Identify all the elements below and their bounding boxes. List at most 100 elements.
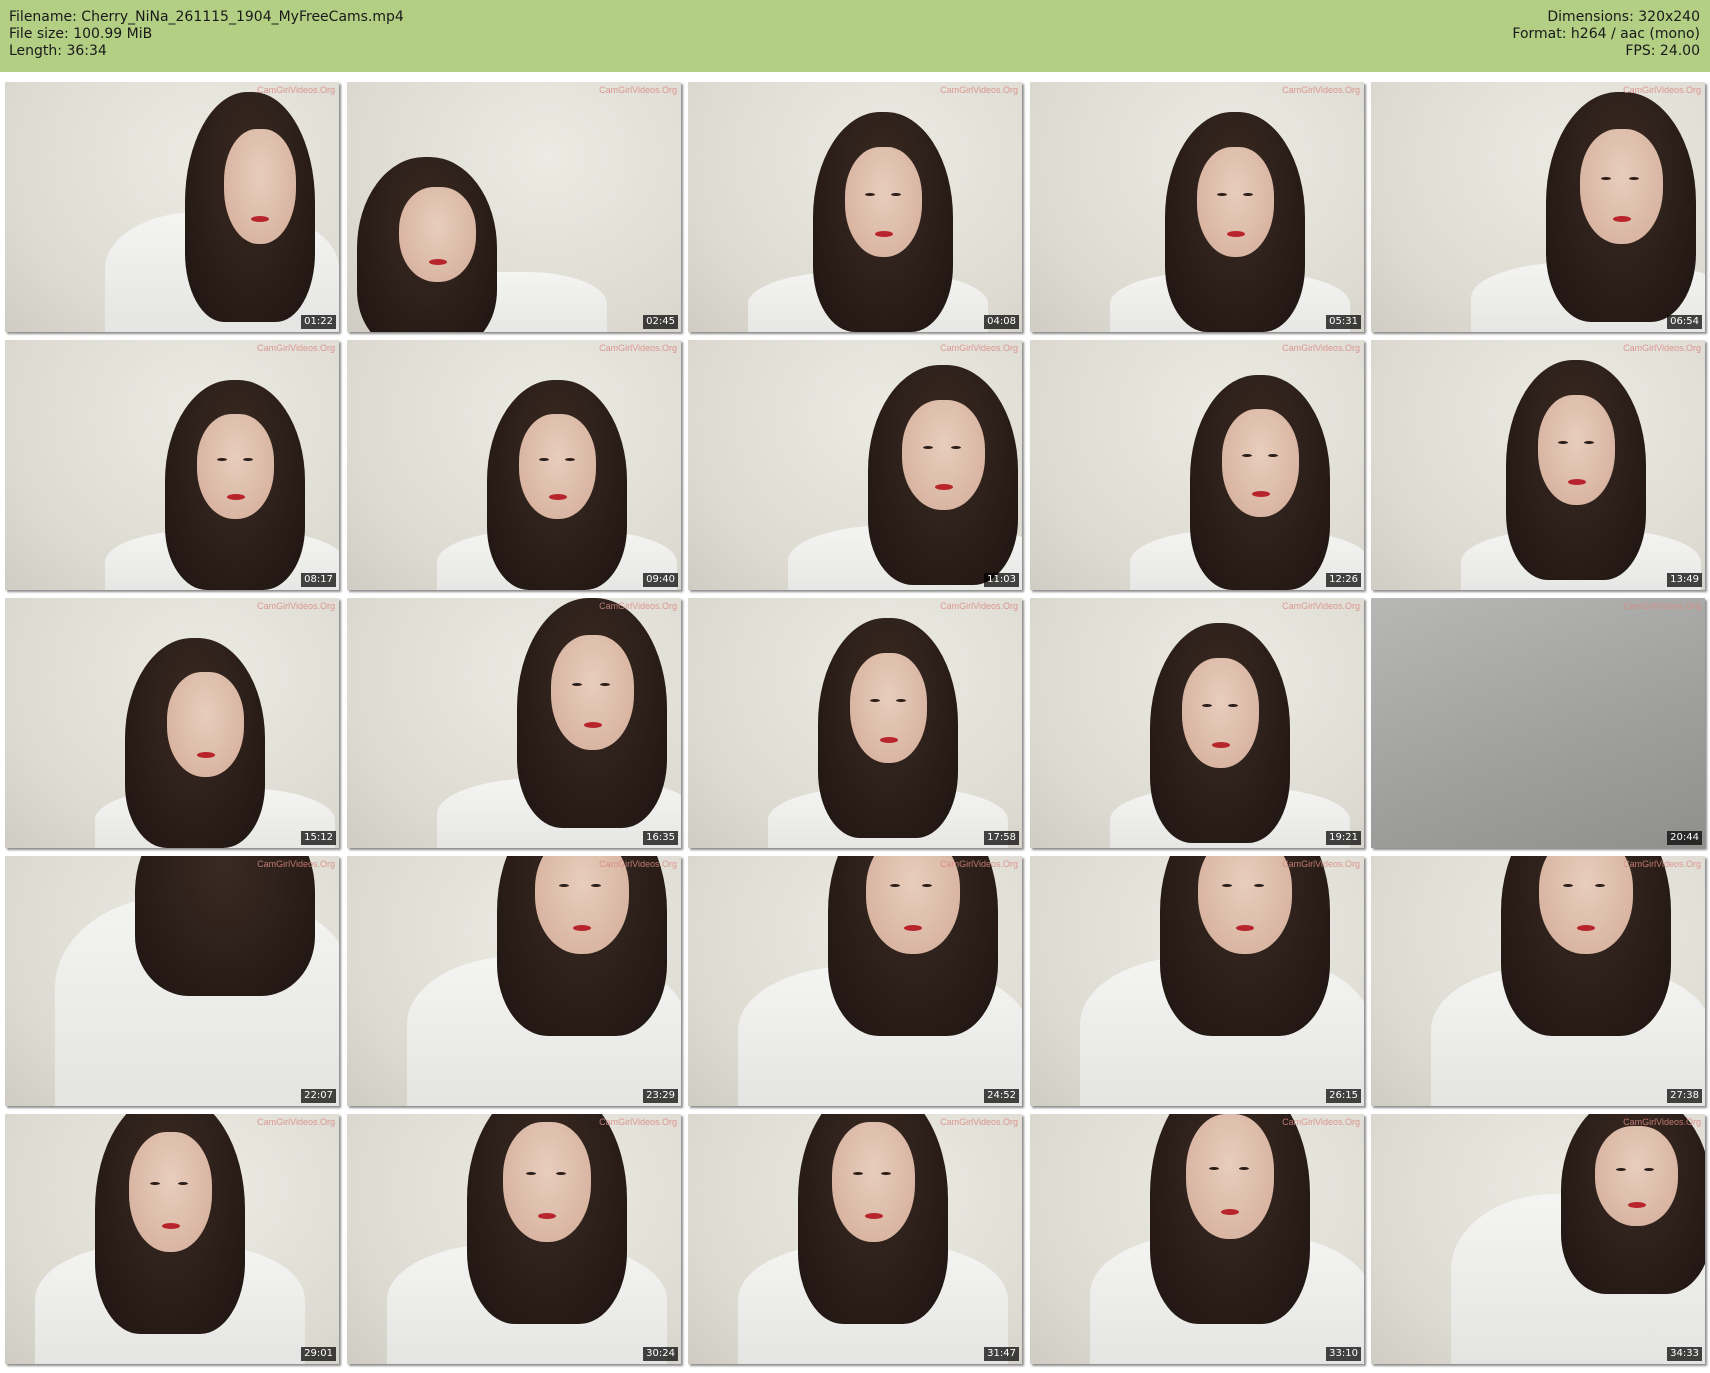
timestamp-label: 20:44 [1667,831,1702,845]
eye-shape [178,1182,188,1185]
lips-shape [251,216,269,222]
face-shape [224,129,296,244]
lips-shape [1212,742,1230,748]
thumbnail-frame: CamGirlVideos.Org 11:03 [688,340,1022,590]
eye-shape [1242,454,1252,457]
lips-shape [538,1213,556,1219]
eye-shape [951,446,961,449]
timestamp-label: 26:15 [1326,1089,1361,1103]
lips-shape [1628,1202,1646,1208]
eye-shape [865,193,875,196]
frame-background [1371,598,1705,848]
timestamp-label: 05:31 [1326,315,1361,329]
lips-shape [880,737,898,743]
timestamp-label: 09:40 [643,573,678,587]
timestamp-label: 19:21 [1326,831,1361,845]
timestamp-label: 04:08 [984,315,1019,329]
face-shape [197,414,274,519]
file-info: Filename: Cherry_NiNa_261115_1904_MyFree… [9,9,404,60]
eye-shape [853,1172,863,1175]
watermark-logo: CamGirlVideos.Org [599,343,677,353]
timestamp-label: 02:45 [643,315,678,329]
thumbnail-frame: CamGirlVideos.Org 16:35 [347,598,681,848]
face-shape [1197,147,1274,257]
timestamp-label: 08:17 [301,573,336,587]
thumbnail-frame: CamGirlVideos.Org 20:44 [1371,598,1705,848]
eye-shape [1228,704,1238,707]
face-shape [850,653,927,763]
watermark-logo: CamGirlVideos.Org [257,343,335,353]
lips-shape [1221,1209,1239,1215]
timestamp-label: 11:03 [984,573,1019,587]
thumbnail-frame: CamGirlVideos.Org 26:15 [1030,856,1364,1106]
watermark-logo: CamGirlVideos.Org [1282,859,1360,869]
thumbnail-frame: CamGirlVideos.Org 30:24 [347,1114,681,1364]
eye-shape [556,1172,566,1175]
thumbnail-frame: CamGirlVideos.Org 01:22 [5,82,339,332]
hair-shape [135,856,315,996]
timestamp-label: 23:29 [643,1089,678,1103]
lips-shape [875,231,893,237]
eye-shape [539,458,549,461]
face-shape [1182,658,1259,768]
watermark-logo: CamGirlVideos.Org [599,1117,677,1127]
eye-shape [243,458,253,461]
info-header: Filename: Cherry_NiNa_261115_1904_MyFree… [0,0,1710,72]
watermark-logo: CamGirlVideos.Org [1623,1117,1701,1127]
watermark-logo: CamGirlVideos.Org [1282,601,1360,611]
lips-shape [1236,925,1254,931]
timestamp-label: 12:26 [1326,573,1361,587]
face-shape [399,187,476,282]
timestamp-label: 13:49 [1667,573,1702,587]
watermark-logo: CamGirlVideos.Org [257,85,335,95]
face-shape [1580,129,1663,244]
watermark-logo: CamGirlVideos.Org [1282,85,1360,95]
watermark-logo: CamGirlVideos.Org [599,601,677,611]
eye-shape [923,446,933,449]
thumbnail-frame: CamGirlVideos.Org 12:26 [1030,340,1364,590]
eye-shape [565,458,575,461]
timestamp-label: 31:47 [984,1347,1019,1361]
thumbnail-frame: CamGirlVideos.Org 13:49 [1371,340,1705,590]
timestamp-label: 34:33 [1667,1347,1702,1361]
lips-shape [1227,231,1245,237]
eye-shape [600,683,610,686]
thumbnail-frame: CamGirlVideos.Org 17:58 [688,598,1022,848]
watermark-logo: CamGirlVideos.Org [599,85,677,95]
thumbnail-frame: CamGirlVideos.Org 31:47 [688,1114,1022,1364]
lips-shape [1568,479,1586,485]
watermark-logo: CamGirlVideos.Org [940,601,1018,611]
lips-shape [549,494,567,500]
eye-shape [870,699,880,702]
face-shape [519,414,596,519]
face-shape [902,400,985,510]
lips-shape [1252,491,1270,497]
eye-shape [1239,1167,1249,1170]
eye-shape [1644,1168,1654,1171]
thumbnail-frame: CamGirlVideos.Org 27:38 [1371,856,1705,1106]
eye-shape [922,884,932,887]
eye-shape [881,1172,891,1175]
eye-shape [526,1172,536,1175]
lips-shape [1613,216,1631,222]
thumbnail-frame: CamGirlVideos.Org 19:21 [1030,598,1364,848]
thumbnail-grid: CamGirlVideos.Org 01:22 CamGirlVideos.Org 0… [5,82,1705,1368]
format-label: Format: h264 / aac (mono) [1512,26,1700,42]
eye-shape [1601,177,1611,180]
eye-shape [1268,454,1278,457]
lips-shape [573,925,591,931]
eye-shape [1243,193,1253,196]
timestamp-label: 30:24 [643,1347,678,1361]
lips-shape [935,484,953,490]
watermark-logo: CamGirlVideos.Org [1623,343,1701,353]
video-info: Dimensions: 320x240 Format: h264 / aac (… [1512,9,1700,60]
watermark-logo: CamGirlVideos.Org [1623,601,1701,611]
eye-shape [1558,441,1568,444]
thumbnail-frame: CamGirlVideos.Org 23:29 [347,856,681,1106]
eye-shape [1254,884,1264,887]
watermark-logo: CamGirlVideos.Org [599,859,677,869]
face-shape [167,672,244,777]
watermark-logo: CamGirlVideos.Org [940,343,1018,353]
eye-shape [1584,441,1594,444]
filename-label: Filename: Cherry_NiNa_261115_1904_MyFree… [9,9,404,25]
